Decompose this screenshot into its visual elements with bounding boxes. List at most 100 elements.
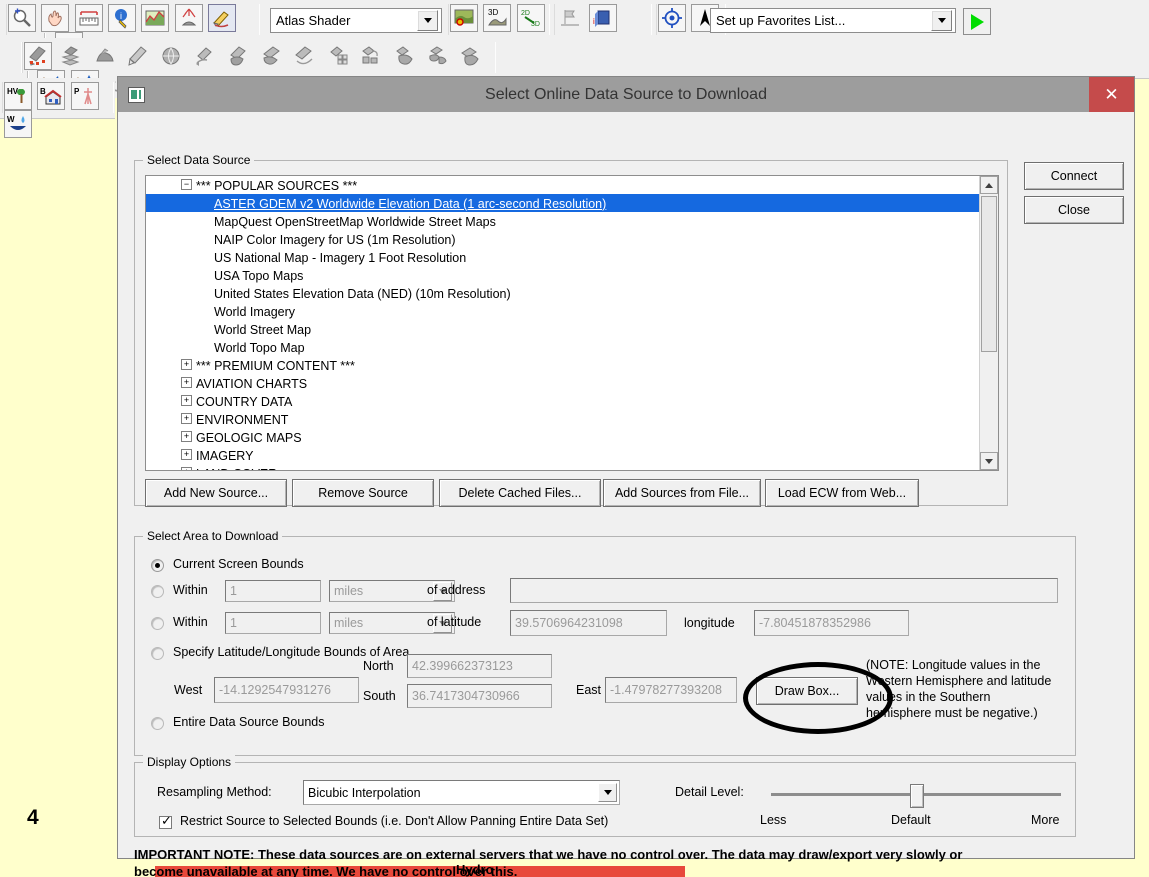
longitude-note-line4: hemisphere must be negative.) [866,706,1038,720]
2d-3d-toggle-icon[interactable]: 2D 3D [516,4,545,32]
path-profile-icon[interactable] [141,4,170,32]
digitizer-pencil-icon[interactable] [208,4,237,32]
tree-item[interactable]: World Topo Map [146,338,979,356]
expand-icon[interactable]: + [181,467,192,470]
move-feature-icon[interactable] [190,42,219,70]
copy-area-icon[interactable] [224,42,253,70]
scroll-up-icon[interactable] [980,176,998,194]
expand-icon[interactable]: + [181,413,192,425]
north-input[interactable]: 42.399662373123 [407,654,552,678]
tree-item[interactable]: + LAND COVER [146,464,979,470]
edit-feature-icon[interactable] [124,42,153,70]
center-target-icon[interactable] [658,4,686,32]
grid-feature-icon[interactable] [324,42,353,70]
expand-icon[interactable]: + [181,359,192,371]
zoom-in-icon[interactable] [8,4,36,32]
restrict-source-checkbox[interactable] [159,814,172,829]
3d-cube-icon[interactable]: i [589,4,618,32]
create-line-icon[interactable] [90,42,119,70]
radio-within-latlon[interactable] [151,617,164,630]
favorites-combo[interactable]: Set up Favorites List... [710,8,956,33]
tree-item[interactable]: NAIP Color Imagery for US (1m Resolution… [146,230,979,248]
shader-combo[interactable]: Atlas Shader [270,8,442,33]
globe-feature-icon[interactable] [157,42,186,70]
expand-icon[interactable]: + [181,431,192,443]
detail-level-thumb[interactable] [910,784,924,808]
tree-item[interactable]: + IMAGERY [146,446,979,464]
tree-item[interactable]: World Imagery [146,302,979,320]
3d-view-icon[interactable]: 3D [483,4,512,32]
lasso-select-icon[interactable] [290,42,319,70]
crosshair-partial-icon[interactable] [0,42,12,70]
label-of-address: of address [427,583,486,597]
chevron-down-icon[interactable] [417,10,438,31]
within-latlon-distance-input[interactable]: 1 [225,612,321,634]
source-action-button[interactable]: Remove Source [292,479,434,507]
collapse-icon[interactable]: − [181,179,192,191]
address-input[interactable] [510,578,1058,603]
combine-area-icon[interactable] [357,42,386,70]
b-building-icon[interactable]: B [37,82,66,110]
watershed-icon[interactable] [174,4,203,32]
tree-item[interactable]: United States Elevation Data (NED) (10m … [146,284,979,302]
tree-item[interactable]: − *** POPULAR SOURCES *** [146,176,979,194]
tree-item[interactable]: + *** PREMIUM CONTENT *** [146,356,979,374]
cut-area-icon[interactable] [257,42,286,70]
tree-item[interactable]: + ENVIRONMENT [146,410,979,428]
close-button[interactable]: Close [1024,196,1124,224]
chevron-down-icon[interactable] [931,10,952,31]
south-input[interactable]: 36.7417304730966 [407,684,552,708]
tree-item[interactable]: US National Map - Imagery 1 Foot Resolut… [146,248,979,266]
svg-text:3D: 3D [488,8,498,17]
east-input[interactable]: -1.47978277393208 [605,677,737,703]
source-action-button[interactable]: Delete Cached Files... [439,479,601,507]
measure-ruler-icon[interactable] [74,4,103,32]
tree-item[interactable]: MapQuest OpenStreetMap Worldwide Street … [146,212,979,230]
chevron-down-icon[interactable] [598,783,617,802]
radio-within-address[interactable] [151,585,164,598]
run-favorite-button[interactable] [963,8,991,35]
tree-item[interactable]: + COUNTRY DATA [146,392,979,410]
data-source-tree[interactable]: − *** POPULAR SOURCES *** ASTER GDEM v2 Wo… [145,175,999,471]
radio-specify-latlon-bounds[interactable] [151,647,164,660]
tree-item[interactable]: World Street Map [146,320,979,338]
pan-hand-icon[interactable] [41,4,70,32]
close-icon[interactable]: ✕ [1089,77,1134,112]
radio-current-screen-bounds[interactable] [151,559,164,572]
flag-marker-icon[interactable] [556,4,584,32]
within-address-distance-input[interactable]: 1 [225,580,321,602]
source-action-button[interactable]: Load ECW from Web... [765,479,919,507]
draw-box-button[interactable]: Draw Box... [756,677,858,705]
tree-item[interactable]: + GEOLOGIC MAPS [146,428,979,446]
scroll-thumb[interactable] [981,196,997,352]
data-source-tree-rows[interactable]: − *** POPULAR SOURCES *** ASTER GDEM v2 Wo… [146,176,979,470]
source-action-button[interactable]: Add New Source... [145,479,287,507]
latitude-input[interactable]: 39.5706964231098 [510,610,667,636]
simplify-area-icon[interactable] [457,42,486,70]
create-point-icon[interactable] [24,42,52,70]
hv-vegetation-icon[interactable]: HV [4,82,32,110]
merge-area-icon[interactable] [390,42,419,70]
west-input[interactable]: -14.1292547931276 [214,677,359,703]
expand-icon[interactable]: + [181,395,192,407]
expand-icon[interactable]: + [181,377,192,389]
tree-scrollbar[interactable] [979,176,998,470]
connect-button[interactable]: Connect [1024,162,1124,190]
longitude-input[interactable]: -7.80451878352986 [754,610,909,636]
tree-item[interactable]: USA Topo Maps [146,266,979,284]
dialog-title-bar: Select Online Data Source to Download ✕ [118,77,1134,112]
map-analysis-icon[interactable] [450,4,478,32]
select-data-source-group: Select Data Source − *** POPULAR SOURCES … [134,153,1008,507]
create-area-icon[interactable] [57,42,86,70]
feature-info-icon[interactable]: i [108,4,137,32]
tree-item[interactable]: ASTER GDEM v2 Worldwide Elevation Data (… [146,194,979,212]
w-water-icon[interactable]: W [4,110,32,138]
resampling-method-combo[interactable]: Bicubic Interpolation [303,780,620,805]
scroll-down-icon[interactable] [980,452,998,470]
tree-item[interactable]: + AVIATION CHARTS [146,374,979,392]
p-power-icon[interactable]: P [70,82,99,110]
expand-icon[interactable]: + [181,449,192,461]
split-area-icon[interactable] [424,42,453,70]
source-action-button[interactable]: Add Sources from File... [603,479,761,507]
radio-entire-data-source-bounds[interactable] [151,717,164,730]
